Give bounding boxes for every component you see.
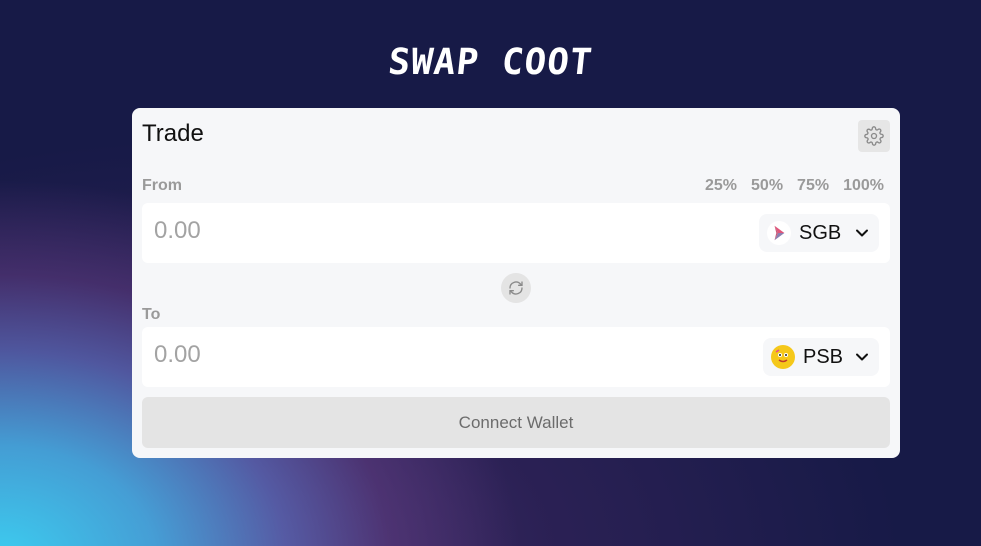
- pct-25-button[interactable]: 25%: [705, 177, 737, 195]
- to-token-symbol: PSB: [803, 345, 844, 368]
- chevron-down-icon: [856, 229, 868, 237]
- pct-75-button[interactable]: 75%: [797, 177, 829, 195]
- from-amount-input[interactable]: [154, 217, 714, 245]
- percentage-shortcuts: 25% 50% 75% 100%: [705, 177, 884, 195]
- switch-tokens-button[interactable]: [501, 273, 531, 303]
- connect-wallet-button[interactable]: Connect Wallet: [142, 397, 890, 448]
- gear-icon: [864, 126, 884, 146]
- card-title: Trade: [142, 120, 204, 147]
- trade-card: Trade From 25% 50% 75% 100% SGB: [132, 108, 900, 458]
- to-token-selector[interactable]: PSB: [763, 338, 879, 376]
- settings-button[interactable]: [858, 120, 890, 152]
- chevron-down-icon: [856, 353, 868, 361]
- refresh-icon: [509, 281, 523, 295]
- brand-logo-text: SWAP COOT: [386, 42, 595, 83]
- from-token-symbol: SGB: [799, 221, 842, 244]
- from-label: From: [142, 177, 182, 194]
- from-field: SGB: [142, 203, 890, 263]
- from-token-selector[interactable]: SGB: [759, 214, 879, 252]
- pct-100-button[interactable]: 100%: [843, 177, 884, 195]
- songbird-icon: [767, 221, 791, 245]
- psb-icon: [771, 345, 795, 369]
- to-field: PSB: [142, 327, 890, 387]
- pct-50-button[interactable]: 50%: [751, 177, 783, 195]
- to-label: To: [142, 306, 161, 323]
- to-amount-input[interactable]: [154, 341, 714, 369]
